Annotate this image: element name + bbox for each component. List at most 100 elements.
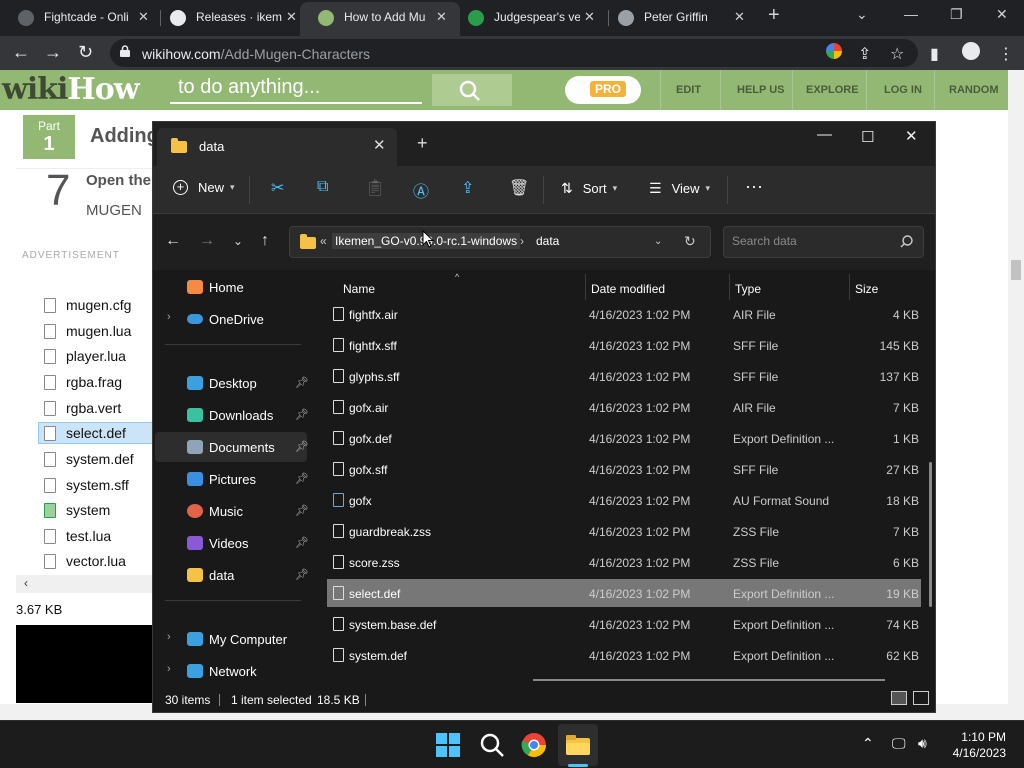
recent-locations-icon[interactable]: ⌄ xyxy=(233,234,243,248)
search-box[interactable] xyxy=(723,226,924,258)
column-header-date-modified[interactable]: Date modified xyxy=(591,282,665,296)
wikihow-search-button[interactable] xyxy=(432,74,512,106)
side-panel-icon[interactable]: ▮ xyxy=(930,44,939,64)
column-divider[interactable] xyxy=(585,274,586,300)
new-tab-button[interactable]: + xyxy=(417,133,428,154)
close-icon[interactable]: ✕ xyxy=(436,9,447,25)
profile-avatar-icon[interactable] xyxy=(962,42,980,60)
nav-log-in[interactable]: LOG IN xyxy=(884,84,922,96)
reload-icon[interactable]: ↻ xyxy=(78,42,93,63)
maximize-icon[interactable]: ☐ xyxy=(861,128,874,146)
windows-start-icon[interactable] xyxy=(434,731,462,759)
rename-icon[interactable]: Ⓐ xyxy=(413,178,429,202)
file-list-scrollbar[interactable] xyxy=(929,462,932,607)
close-window-icon[interactable]: ✕ xyxy=(905,127,918,145)
nav-explore[interactable]: EXPLORE xyxy=(806,84,859,96)
refresh-icon[interactable]: ↻ xyxy=(684,233,696,250)
paste-icon[interactable]: 📋︎ xyxy=(365,178,385,198)
bookmark-star-icon[interactable]: ☆ xyxy=(890,44,904,64)
chrome-icon[interactable] xyxy=(520,731,548,759)
column-header-name[interactable]: Name xyxy=(343,282,375,296)
forward-icon[interactable]: → xyxy=(44,42,62,63)
sort-button[interactable]: ⇅ Sort ▾ xyxy=(561,180,617,197)
file-list-horizontal-scrollbar[interactable] xyxy=(533,679,885,681)
chevron-right-icon[interactable]: › xyxy=(520,234,524,248)
close-icon[interactable]: ✕ xyxy=(584,9,595,25)
nav-pictures[interactable]: Pictures 📌︎ xyxy=(155,464,309,494)
file-row[interactable]: gofx.air 4/16/2023 1:02 PM AIR File 7 KB xyxy=(327,393,921,421)
minimize-icon[interactable]: — xyxy=(904,6,918,22)
close-window-icon[interactable]: ✕ xyxy=(996,6,1008,23)
forward-icon[interactable]: → xyxy=(199,232,215,250)
pin-icon[interactable]: 📌︎ xyxy=(295,504,309,517)
search-input[interactable] xyxy=(732,234,892,248)
system-clock[interactable]: 1:10 PM 4/16/2023 xyxy=(946,729,1006,761)
breadcrumb-data[interactable]: data xyxy=(536,234,559,248)
file-row[interactable]: fightfx.sff 4/16/2023 1:02 PM SFF File 145 … xyxy=(327,331,921,359)
tiles-view-icon[interactable] xyxy=(913,691,929,705)
nav-documents[interactable]: Documents 📌︎ xyxy=(155,432,309,462)
more-options-icon[interactable]: ··· xyxy=(745,176,763,197)
chevron-up-icon[interactable]: ⌃ xyxy=(862,735,874,752)
explorer-tab-data[interactable]: data ✕ xyxy=(157,128,397,166)
file-row[interactable]: guardbreak.zss 4/16/2023 1:02 PM ZSS File 7… xyxy=(327,517,921,545)
page-vertical-scrollbar[interactable] xyxy=(1008,70,1024,720)
back-icon[interactable]: ← xyxy=(165,232,181,250)
pin-icon[interactable]: 📌︎ xyxy=(295,568,309,581)
pin-icon[interactable]: 📌︎ xyxy=(295,472,309,485)
google-icon[interactable] xyxy=(826,43,842,59)
nav-data[interactable]: data 📌︎ xyxy=(155,560,309,590)
browser-tab-releases[interactable]: Releases · ikeme ✕ xyxy=(152,0,312,36)
view-button[interactable]: ☰ View ▾ xyxy=(649,180,710,197)
copy-icon[interactable]: ⧉ xyxy=(317,178,328,196)
pin-icon[interactable]: 📌︎ xyxy=(295,536,309,549)
column-header-type[interactable]: Type xyxy=(735,282,761,296)
search-icon[interactable] xyxy=(478,731,506,759)
new-button[interactable]: + New ▾ xyxy=(173,180,235,195)
chevron-right-icon[interactable]: › xyxy=(167,311,171,323)
pin-icon[interactable]: 📌︎ xyxy=(295,376,309,389)
browser-tab-judgespear[interactable]: Judgespear's ve ✕ xyxy=(450,0,610,36)
nav-desktop[interactable]: Desktop 📌︎ xyxy=(155,368,309,398)
minimize-icon[interactable]: — xyxy=(817,126,832,143)
wikihow-pro-button[interactable]: PRO xyxy=(565,76,641,104)
cut-icon[interactable]: ✂ xyxy=(271,178,284,198)
file-row[interactable]: glyphs.sff 4/16/2023 1:02 PM SFF File 137 K… xyxy=(327,362,921,390)
browser-tab-fightcade[interactable]: Fightcade - Onli ✕ xyxy=(0,0,160,36)
pin-icon[interactable]: 📌︎ xyxy=(295,408,309,421)
file-row[interactable]: gofx 4/16/2023 1:02 PM AU Format Sound 18 K… xyxy=(327,486,921,514)
file-row[interactable]: fightfx.air 4/16/2023 1:02 PM AIR File 4 KB xyxy=(327,300,921,328)
nav-music[interactable]: Music 📌︎ xyxy=(155,496,309,526)
close-tab-icon[interactable]: ✕ xyxy=(373,136,386,154)
column-divider[interactable] xyxy=(849,274,850,300)
network-icon[interactable]: 🖵︎ xyxy=(892,735,906,752)
close-icon[interactable]: ✕ xyxy=(138,9,149,25)
nav-edit[interactable]: EDIT xyxy=(676,84,701,96)
nav-home[interactable]: Home xyxy=(155,272,307,302)
wikihow-tagline[interactable]: to do anything... xyxy=(170,76,422,104)
nav-downloads[interactable]: Downloads 📌︎ xyxy=(155,400,309,430)
delete-icon[interactable]: 🗑︎ xyxy=(509,178,529,198)
chevron-right-icon[interactable]: › xyxy=(167,663,171,675)
file-row[interactable]: gofx.sff 4/16/2023 1:02 PM SFF File 27 KB xyxy=(327,455,921,483)
column-divider[interactable] xyxy=(729,274,730,300)
close-icon[interactable]: ✕ xyxy=(286,9,297,25)
browser-tab-peter-griffin[interactable]: Peter Griffin ✕ xyxy=(600,0,760,36)
file-row[interactable]: system.base.def 4/16/2023 1:02 PM Export D… xyxy=(327,610,921,638)
nav-my-computer[interactable]: › My Computer xyxy=(155,624,307,654)
scrollbar-thumb[interactable] xyxy=(1011,260,1021,280)
share-icon[interactable]: ⇪ xyxy=(858,44,871,64)
restore-icon[interactable]: ❐ xyxy=(950,6,963,23)
details-view-icon[interactable] xyxy=(891,691,907,705)
address-bar[interactable]: wikihow.com/Add-Mugen-Characters xyxy=(110,39,918,67)
up-icon[interactable]: ↑ xyxy=(261,232,269,250)
address-bar[interactable]: « Ikemen_GO-v0.99.0-rc.1-windows › data … xyxy=(289,226,711,258)
chevron-down-icon[interactable]: ⌄ xyxy=(654,236,662,247)
column-header-size[interactable]: Size xyxy=(855,282,878,296)
nav-videos[interactable]: Videos 📌︎ xyxy=(155,528,309,558)
file-row[interactable]: gofx.def 4/16/2023 1:02 PM Export Definiti… xyxy=(327,424,921,452)
chevron-left-icon[interactable]: « xyxy=(320,234,327,248)
chevron-right-icon[interactable]: › xyxy=(167,631,171,643)
tab-search-icon[interactable]: ⌄ xyxy=(856,6,868,23)
share-icon[interactable]: ⇪ xyxy=(461,178,474,198)
